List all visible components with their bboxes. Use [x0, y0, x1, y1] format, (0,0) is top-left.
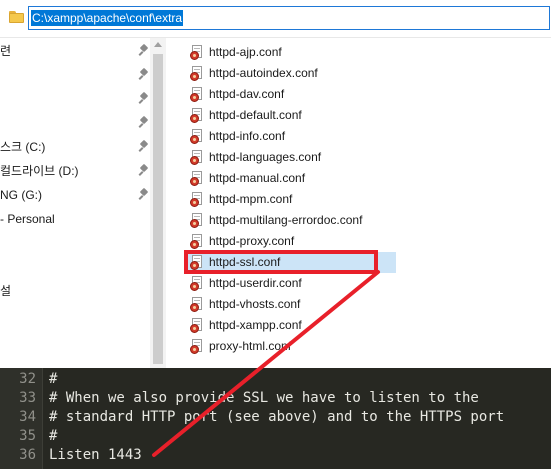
pin-icon[interactable] — [138, 67, 149, 81]
file-name: httpd-vhosts.conf — [209, 297, 301, 311]
nav-item-label: 설 — [0, 284, 12, 298]
file-item[interactable]: httpd-proxy.conf — [186, 231, 396, 252]
code-line[interactable]: 32 # — [0, 370, 551, 389]
line-number: 33 — [19, 390, 36, 406]
config-file-icon — [190, 129, 206, 144]
code-editor[interactable]: 32 #33 # When we also provide SSL we have … — [0, 368, 551, 469]
file-item[interactable]: httpd-xampp.conf — [186, 315, 396, 336]
nav-item[interactable]: NG (G:) — [0, 185, 150, 205]
pin-icon[interactable] — [138, 115, 149, 129]
file-name: proxy-html.conf — [209, 339, 292, 353]
config-file-icon — [190, 66, 206, 81]
line-number: 32 — [19, 371, 36, 387]
config-file-icon — [190, 276, 206, 291]
file-item[interactable]: httpd-userdir.conf — [186, 273, 396, 294]
code-line[interactable]: 34 # standard HTTP port (see above) and t… — [0, 408, 551, 427]
file-item[interactable]: proxy-html.conf — [186, 336, 396, 357]
file-name: httpd-mpm.conf — [209, 192, 293, 206]
code-line[interactable]: 33 # When we also provide SSL we have to … — [0, 389, 551, 408]
file-name: httpd-multilang-errordoc.conf — [209, 213, 363, 227]
address-path-text[interactable]: C:\xampp\apache\conf\extra — [31, 10, 184, 26]
navigation-pane: 련스크 (C:) 컬드라이브 (D:) NG (G:) - Personal 설 — [0, 38, 165, 368]
file-item[interactable]: httpd-vhosts.conf — [186, 294, 396, 315]
file-item[interactable]: httpd-languages.conf — [186, 147, 396, 168]
file-name: httpd-default.conf — [209, 108, 302, 122]
pin-icon[interactable] — [138, 91, 149, 105]
annotation-highlight-box — [184, 250, 378, 274]
line-code[interactable]: Listen 1443 — [49, 446, 142, 465]
nav-item[interactable]: 스크 (C:) — [0, 137, 150, 157]
nav-scrollbar[interactable] — [150, 38, 166, 368]
folder-icon — [9, 11, 24, 23]
config-file-icon — [190, 339, 206, 354]
file-item[interactable]: httpd-mpm.conf — [186, 189, 396, 210]
nav-item[interactable]: 설 — [0, 281, 150, 301]
file-name: httpd-languages.conf — [209, 150, 322, 164]
nav-item[interactable] — [0, 89, 150, 109]
scroll-up-arrow-icon[interactable] — [154, 42, 162, 47]
nav-item[interactable] — [0, 113, 150, 133]
line-number: 36 — [19, 447, 36, 463]
nav-item-label: 컬드라이브 (D:) — [0, 164, 79, 178]
file-item[interactable]: httpd-multilang-errordoc.conf — [186, 210, 396, 231]
file-name: httpd-autoindex.conf — [209, 66, 318, 80]
config-file-icon — [190, 108, 206, 123]
pin-icon[interactable] — [138, 187, 149, 201]
file-name: httpd-dav.conf — [209, 87, 285, 101]
line-code[interactable]: # standard HTTP port (see above) and to … — [49, 408, 504, 427]
file-name: httpd-xampp.conf — [209, 318, 302, 332]
code-line[interactable]: 35 # — [0, 427, 551, 446]
file-item[interactable]: httpd-default.conf — [186, 105, 396, 126]
nav-item-label: 스크 (C:) — [0, 140, 46, 154]
file-name: httpd-ajp.conf — [209, 45, 282, 59]
line-code[interactable]: # — [49, 370, 57, 389]
nav-item[interactable] — [0, 65, 150, 85]
file-item[interactable]: httpd-autoindex.conf — [186, 63, 396, 84]
line-code[interactable]: # — [49, 427, 57, 446]
nav-item[interactable]: 련 — [0, 41, 150, 61]
nav-item[interactable] — [0, 233, 150, 253]
scroll-thumb[interactable] — [153, 54, 163, 364]
config-file-icon — [190, 318, 206, 333]
address-bar[interactable]: C:\xampp\apache\conf\extra — [0, 0, 551, 38]
config-file-icon — [190, 297, 206, 312]
nav-item-label: 련 — [0, 44, 12, 58]
pin-icon[interactable] — [138, 139, 149, 153]
file-item[interactable]: httpd-manual.conf — [186, 168, 396, 189]
line-number: 34 — [19, 409, 36, 425]
line-code[interactable]: # When we also provide SSL we have to li… — [49, 389, 479, 408]
file-name: httpd-manual.conf — [209, 171, 306, 185]
line-number: 35 — [19, 428, 36, 444]
file-item[interactable]: httpd-info.conf — [186, 126, 396, 147]
file-item[interactable]: httpd-dav.conf — [186, 84, 396, 105]
file-list: httpd-ajp.conf httpd-autoindex.conf httpd-… — [166, 38, 551, 368]
file-name: httpd-userdir.conf — [209, 276, 302, 290]
address-field[interactable]: C:\xampp\apache\conf\extra — [28, 6, 550, 30]
nav-item-label: NG (G:) — [0, 188, 42, 202]
pin-icon[interactable] — [138, 163, 149, 177]
pin-icon[interactable] — [138, 43, 149, 57]
file-item[interactable]: httpd-ajp.conf — [186, 42, 396, 63]
nav-item-label: - Personal — [0, 212, 55, 226]
config-file-icon — [190, 234, 206, 249]
nav-item[interactable]: 컬드라이브 (D:) — [0, 161, 150, 181]
file-name: httpd-info.conf — [209, 129, 286, 143]
config-file-icon — [190, 192, 206, 207]
nav-item[interactable]: - Personal — [0, 209, 150, 229]
config-file-icon — [190, 171, 206, 186]
config-file-icon — [190, 150, 206, 165]
code-line[interactable]: 36 Listen 1443 — [0, 446, 551, 465]
config-file-icon — [190, 213, 206, 228]
nav-item[interactable] — [0, 257, 150, 277]
config-file-icon — [190, 45, 206, 60]
file-name: httpd-proxy.conf — [209, 234, 295, 248]
config-file-icon — [190, 87, 206, 102]
